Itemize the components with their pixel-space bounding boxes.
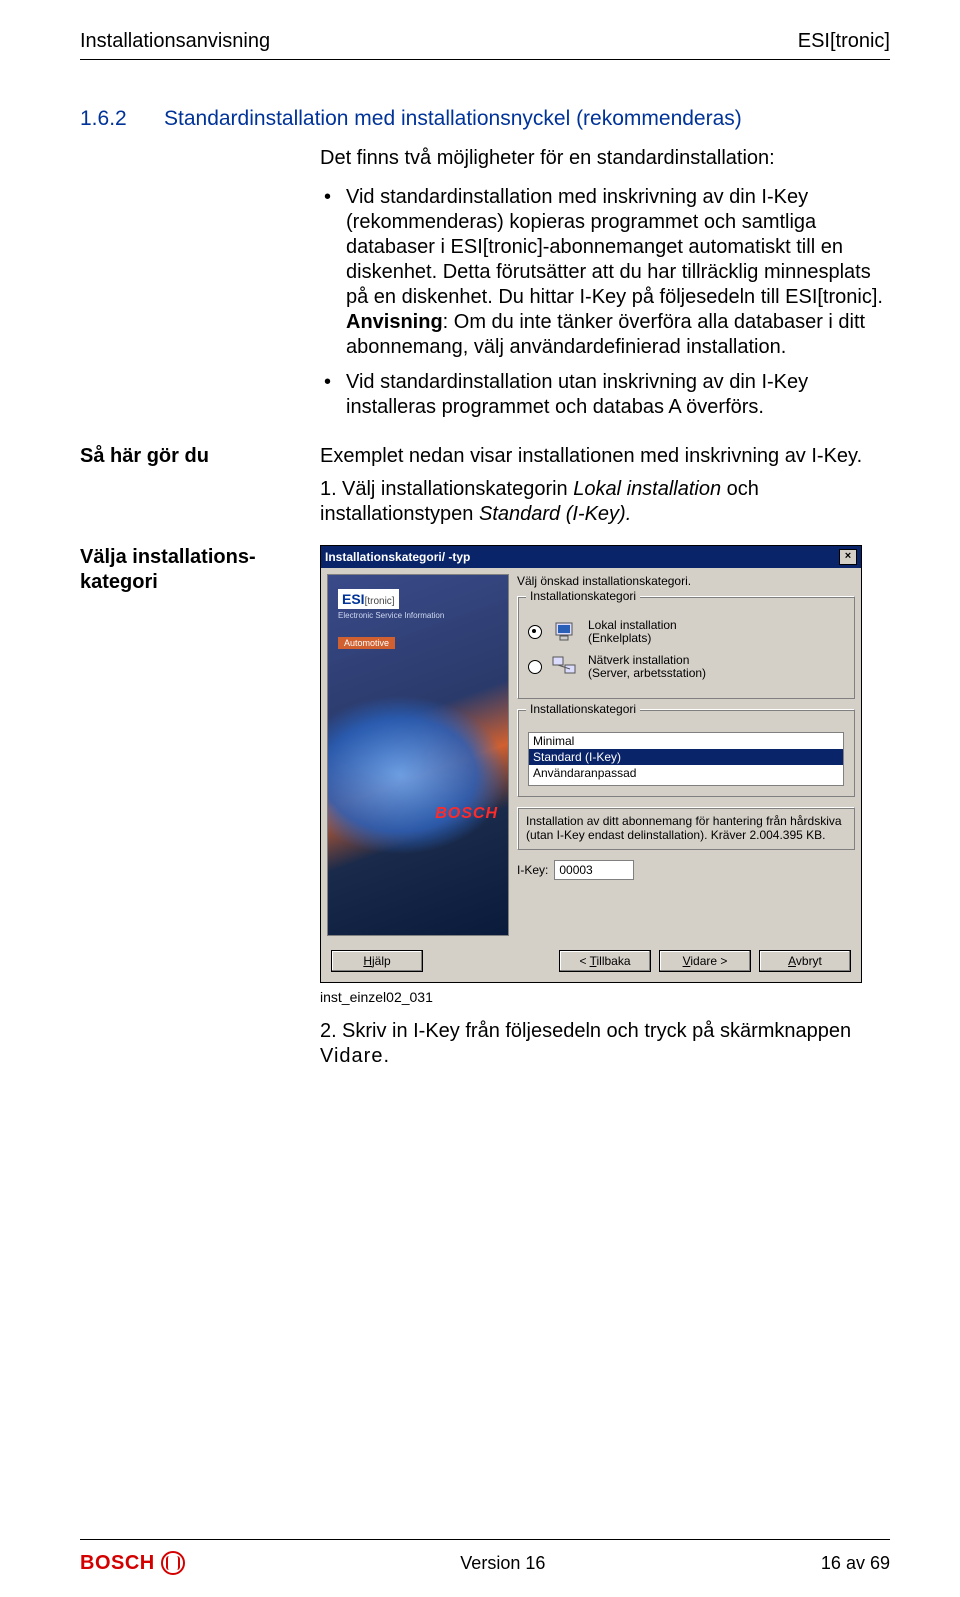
sidebar-graphic: ESI[tronic] Electronic Service Informati… bbox=[327, 574, 509, 936]
next-button[interactable]: Vidare > bbox=[659, 950, 751, 972]
figure-caption: inst_einzel02_031 bbox=[320, 989, 890, 1005]
page-footer: BOSCH Version 16 16 av 69 bbox=[80, 1551, 890, 1575]
step2-text-a: Skriv in I-Key från följesedeln och tryc… bbox=[342, 1020, 851, 1042]
prompt-text: Välj önskad installationskategori. bbox=[517, 574, 855, 588]
bosch-logo: BOSCH bbox=[80, 1551, 185, 1575]
radio-local-install[interactable]: Lokal installation (Enkelplats) bbox=[528, 619, 844, 645]
close-icon[interactable]: × bbox=[839, 549, 857, 565]
footer-version: Version 16 bbox=[460, 1553, 545, 1574]
list-item[interactable]: Minimal bbox=[529, 733, 843, 749]
radio2-line1: Nätverk installation bbox=[588, 653, 689, 667]
sidebar-automotive: Automotive bbox=[338, 637, 395, 649]
radio2-line2: (Server, arbetsstation) bbox=[588, 666, 706, 680]
radio-network-install[interactable]: Nätverk installation (Server, arbetsstat… bbox=[528, 654, 844, 680]
step1-number: 1. bbox=[320, 477, 342, 502]
sidebar-tagline: Electronic Service Information bbox=[338, 611, 444, 620]
radio1-line1: Lokal installation bbox=[588, 618, 677, 632]
sidebar-bosch-logo: BOSCH bbox=[435, 805, 498, 823]
bullet1-main: Vid standardinstallation med inskrivning… bbox=[346, 186, 883, 308]
groupbox-type: Minimal Standard (I-Key) Användaranpassa… bbox=[517, 709, 855, 797]
intro-text: Det finns två möjligheter för en standar… bbox=[320, 146, 890, 171]
list-item[interactable]: Användaranpassad bbox=[529, 765, 843, 781]
section-heading: 1.6.2 Standardinstallation med installat… bbox=[80, 106, 890, 132]
window-title: Installationskategori/ -typ bbox=[325, 550, 470, 564]
sidebar-brand-sub: [tronic] bbox=[365, 596, 395, 607]
footer-page: 16 av 69 bbox=[821, 1553, 890, 1574]
ikey-label: I-Key: bbox=[517, 863, 548, 877]
network-icon bbox=[550, 654, 580, 680]
section-number: 1.6.2 bbox=[80, 107, 164, 131]
bosch-wordmark: BOSCH bbox=[80, 1552, 155, 1575]
header-left: Installationsanvisning bbox=[80, 30, 270, 53]
side-label-howto: Så här gör du bbox=[80, 444, 320, 527]
ikey-input[interactable]: 00003 bbox=[554, 860, 634, 880]
side-label-choose-category: Välja installations-kategori bbox=[80, 545, 320, 1019]
radio-icon bbox=[528, 660, 542, 674]
list-item[interactable]: Standard (I-Key) bbox=[529, 749, 843, 765]
install-type-listbox[interactable]: Minimal Standard (I-Key) Användaranpassa… bbox=[528, 732, 844, 786]
step1-italic-1: Lokal installation bbox=[573, 478, 721, 500]
bullet-list: Vid standardinstallation med inskrivning… bbox=[320, 185, 890, 420]
radio-icon bbox=[528, 625, 542, 639]
sidebar-brand: ESI bbox=[342, 591, 365, 607]
cancel-button[interactable]: Avbryt bbox=[759, 950, 851, 972]
installer-window: Installationskategori/ -typ × ESI[tronic… bbox=[320, 545, 862, 983]
header-right: ESI[tronic] bbox=[798, 30, 890, 53]
description-box: Installation av ditt abonnemang för hant… bbox=[517, 807, 855, 850]
step-1: 1.Välj installationskategorin Lokal inst… bbox=[320, 477, 890, 527]
radio1-line2: (Enkelplats) bbox=[588, 631, 651, 645]
help-button[interactable]: Hjälp bbox=[331, 950, 423, 972]
back-button[interactable]: < Tillbaka bbox=[559, 950, 651, 972]
step2-text-b: Vidare bbox=[320, 1045, 383, 1067]
step2-text-c: . bbox=[383, 1045, 389, 1067]
bullet-item-2: Vid standardinstallation utan inskrivnin… bbox=[320, 370, 890, 420]
step1-text-a: Välj installationskategorin bbox=[342, 478, 573, 500]
step-2: 2.Skriv in I-Key från följesedeln och tr… bbox=[320, 1019, 890, 1069]
step1-italic-2: Standard (I-Key). bbox=[479, 503, 631, 525]
computer-icon bbox=[550, 619, 580, 645]
page-header: Installationsanvisning ESI[tronic] bbox=[80, 30, 890, 53]
bosch-armature-icon bbox=[161, 1551, 185, 1575]
groupbox-category: Lokal installation (Enkelplats) bbox=[517, 596, 855, 699]
section-title: Standardinstallation med installationsny… bbox=[164, 106, 742, 132]
bullet-item-1: Vid standardinstallation med inskrivning… bbox=[320, 185, 890, 360]
step2-number: 2. bbox=[320, 1019, 342, 1044]
example-line: Exemplet nedan visar installationen med … bbox=[320, 444, 890, 469]
bullet1-note-label: Anvisning bbox=[346, 311, 443, 333]
sidebar-car-art bbox=[328, 695, 508, 855]
window-titlebar: Installationskategori/ -typ × bbox=[321, 546, 861, 568]
header-rule bbox=[80, 59, 890, 60]
